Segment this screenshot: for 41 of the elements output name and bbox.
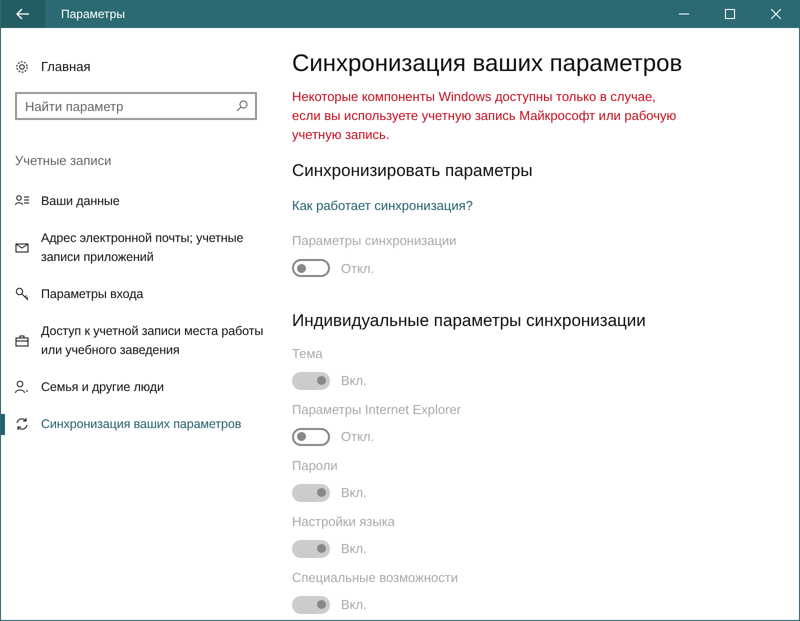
window-title: Параметры — [61, 6, 125, 23]
toggle-state: Откл. — [341, 428, 374, 446]
nav-item[interactable]: Семья и другие люди — [1, 368, 271, 406]
gear-icon — [15, 60, 29, 74]
search-field[interactable]: Найти параметр — [15, 92, 257, 120]
back-button[interactable] — [1, 0, 45, 28]
minimize-icon — [679, 13, 689, 15]
nav-item[interactable]: Доступ к учетной записи места работы или учебного заведения — [1, 312, 271, 368]
nav-item[interactable]: Синхронизация ваших параметров — [1, 406, 271, 442]
close-icon — [771, 9, 781, 19]
setting-label: Параметры Internet Explorer — [292, 400, 462, 419]
toggle-state: Вкл. — [341, 596, 367, 614]
nav-item[interactable]: Адрес электронной почты; учетные записи приложений — [1, 220, 271, 276]
envelope-icon — [15, 240, 29, 254]
home-item[interactable]: Главная — [1, 50, 271, 84]
maximize-icon — [725, 9, 735, 19]
setting-label: Специальные возможности — [292, 568, 459, 587]
toggle-state: Откл. — [341, 260, 374, 278]
toggle-state: Вкл. — [341, 372, 367, 390]
search-icon — [236, 100, 248, 112]
help-link[interactable]: Как работает синхронизация? — [292, 196, 473, 215]
section-heading: Индивидуальные параметры синхронизации — [292, 310, 647, 332]
setting-label: Настройки языка — [292, 512, 396, 531]
person-list-icon — [15, 194, 29, 208]
warning-text: Некоторые компоненты Windows доступны только в случае, если вы используете учетную запись Майкрософт или рабочую учетную запись. — [292, 88, 678, 144]
nav-item[interactable]: Ваши данные — [1, 182, 271, 220]
setting-label: Пароли — [292, 456, 339, 475]
key-icon — [15, 287, 29, 301]
setting-label: Тема — [292, 344, 324, 362]
sync-icon — [15, 417, 29, 431]
briefcase-icon — [15, 334, 29, 348]
nav-item[interactable]: Параметры входа — [1, 276, 271, 312]
home-label: Главная — [41, 58, 90, 76]
toggle-state: Вкл. — [341, 540, 367, 558]
section-heading: Синхронизировать параметры — [292, 160, 534, 182]
person-icon — [15, 380, 29, 394]
back-icon — [16, 8, 30, 20]
section-heading: Учетные записи — [14, 152, 112, 170]
setting-label: Параметры синхронизации — [292, 232, 458, 250]
page-title: Синхронизация ваших параметров — [292, 49, 684, 79]
toggle-state: Вкл. — [341, 484, 367, 502]
